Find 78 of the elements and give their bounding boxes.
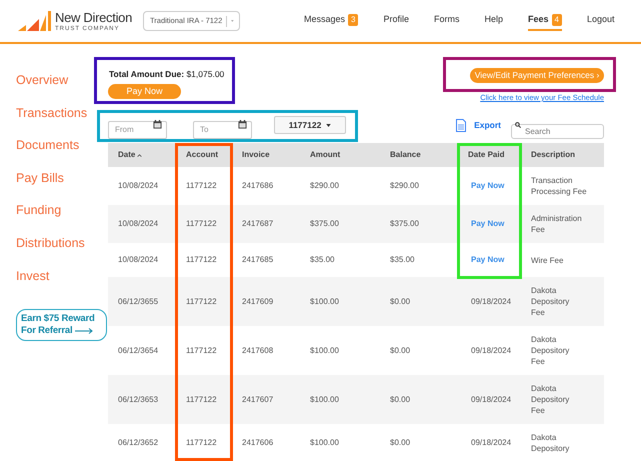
table-cell-text: Administration Fee [531, 213, 583, 235]
table-cell: $100.00 [310, 394, 339, 404]
table-cell: $35.00 [310, 255, 334, 264]
table-cell: 1177122 [186, 394, 217, 404]
table-cell: 1177122 [186, 219, 217, 228]
logo-icon [18, 11, 51, 31]
caret-icon [326, 124, 332, 126]
table-cell: $100.00 [310, 296, 339, 306]
table-cell: 10/08/2024 [118, 219, 158, 228]
table-cell: $375.00 [310, 219, 339, 228]
table-cell: $0.00 [390, 296, 410, 306]
arrow-icon [75, 328, 94, 334]
column-header[interactable]: Invoice [242, 149, 270, 161]
to-date-field[interactable]: To [193, 120, 252, 138]
nav-link[interactable]: Forms [434, 11, 460, 31]
caret-icon [231, 19, 234, 23]
column-header[interactable]: Account [186, 149, 218, 161]
table-cell: 2417607 [242, 394, 274, 404]
table-cell: 10/08/2024 [118, 181, 158, 190]
table-cell: 2417609 [242, 296, 274, 306]
table-cell: 2417608 [242, 346, 274, 354]
table-cell-text: Wire Fee [531, 254, 564, 266]
nav-link[interactable]: Profile [383, 11, 409, 31]
table-cell: 10/08/2024 [118, 255, 158, 264]
table-cell-text: Dakota Depository Fee [531, 285, 570, 318]
logo-name: New Direction [55, 10, 132, 24]
calendar-icon [238, 120, 247, 129]
table-cell: $100.00 [310, 346, 339, 354]
column-header[interactable]: Description [531, 149, 576, 161]
table-cell: $375.00 [390, 219, 419, 228]
table-cell: 2417606 [242, 438, 274, 447]
nav-link[interactable]: Fees 4 [528, 11, 562, 31]
nav-link[interactable]: Messages 3 [304, 11, 358, 31]
column-header[interactable]: Date Paid [468, 149, 504, 161]
table-cell: 06/12/3654 [118, 346, 158, 354]
table-cell: $0.00 [390, 346, 410, 354]
table-cell: 09/18/2024 [471, 346, 512, 354]
table-cell: $290.00 [310, 181, 339, 190]
table-cell: 06/12/3655 [118, 296, 158, 306]
table-cell: $290.00 [390, 181, 419, 190]
table-cell: 1177122 [186, 181, 217, 190]
table-cell: 09/18/2024 [471, 296, 512, 306]
total-due-label: Total Amount Due: [109, 69, 184, 79]
calendar-icon [153, 120, 162, 129]
count-badge: 3 [348, 14, 358, 26]
from-date-field[interactable]: From [108, 120, 167, 138]
table-cell: 2417685 [242, 255, 274, 264]
table-cell-text: Dakota Depository [531, 432, 570, 454]
table-cell: 1177122 [186, 346, 217, 354]
document-icon [456, 118, 466, 132]
table-cell-text: Dakota Depository Fee [531, 334, 570, 367]
table-cell: 09/18/2024 [471, 438, 512, 447]
referral-button[interactable]: Earn $75 Reward For Referral [16, 309, 107, 342]
total-due-value: $1,075.00 [186, 69, 224, 79]
table-cell: $100.00 [310, 438, 339, 447]
table-cell: 1177122 [186, 255, 217, 264]
column-header[interactable]: Date [118, 149, 136, 161]
table-cell-text: Dakota Depository Fee [531, 383, 570, 416]
nav-link[interactable]: Logout [586, 11, 615, 31]
table-cell: 09/18/2024 [471, 394, 512, 404]
column-header[interactable]: Balance [390, 149, 421, 161]
nav-link[interactable]: Help [484, 11, 504, 31]
search-field[interactable]: Search [511, 124, 604, 138]
table-cell: $0.00 [390, 394, 410, 404]
table-cell: 1177122 [186, 438, 217, 447]
column-header[interactable]: Amount [310, 149, 340, 161]
table-cell: $35.00 [390, 255, 414, 264]
table-cell: 06/12/3653 [118, 394, 158, 404]
table-cell: 2417686 [242, 181, 274, 190]
count-badge: 4 [552, 14, 562, 26]
table-cell: $0.00 [390, 438, 410, 447]
search-icon [515, 122, 521, 128]
table-cell: 06/12/3652 [118, 438, 158, 447]
table-cell: 2417687 [242, 219, 274, 228]
account-filter-select[interactable]: 1177122 [274, 116, 346, 134]
table-cell: 1177122 [186, 296, 217, 306]
table-cell-text: Transaction Processing Fee [531, 175, 588, 197]
export-link[interactable]: Export [474, 118, 501, 132]
